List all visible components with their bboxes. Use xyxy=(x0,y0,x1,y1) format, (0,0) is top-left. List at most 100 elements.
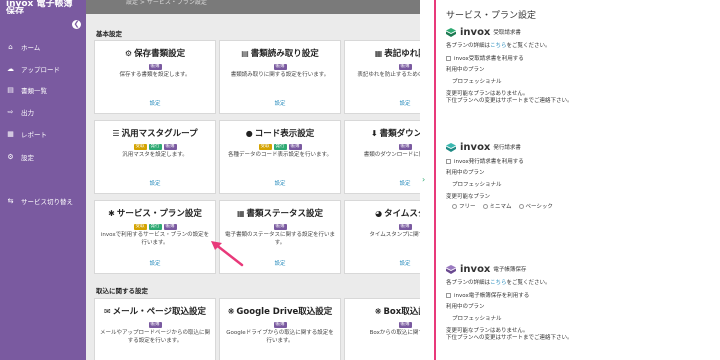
card-storage-document: ⚙ 保存書類設定 帳簿 保存する書類を設定します。 設定 xyxy=(94,40,216,114)
card-desc: 表記ゆれを防止するための 変換を設定 xyxy=(357,72,420,78)
card-title: 書類読み取り設定 xyxy=(250,49,319,59)
details-text: をご覧ください。 xyxy=(506,280,551,286)
invox-logo-green-icon xyxy=(446,27,456,37)
card-settings-link[interactable]: 設定 xyxy=(95,259,215,267)
details-text: 各プランの詳細は xyxy=(446,280,491,286)
card-desc: Googleドライブからの取込に関する設定を行います。 xyxy=(226,330,334,344)
radio-free[interactable] xyxy=(452,204,457,209)
sidebar-item-home[interactable]: ⌂ ホーム xyxy=(0,39,86,55)
gear-icon: ⚙ xyxy=(7,153,14,161)
change-label: 変更可能なプラン xyxy=(446,194,491,200)
tag-issue: 発行 xyxy=(148,224,162,230)
change-note: 下位プランへの変更はサポートまでご連絡下さい。 xyxy=(446,335,573,341)
use-label: invox受取請求書を利用する xyxy=(454,56,524,62)
change-note: 下位プランへの変更はサポートまでご連絡下さい。 xyxy=(446,98,573,104)
details-text: をご覧ください。 xyxy=(506,43,551,49)
product-sub: 発行請求書 xyxy=(493,145,521,151)
card-title: タイムスタン xyxy=(384,209,420,219)
invox-logo-purple-icon xyxy=(446,264,456,274)
list-icon: ☰ xyxy=(112,129,120,138)
radio-minimum[interactable] xyxy=(482,204,488,209)
sidebar-item-label: ホーム xyxy=(21,44,41,52)
settings-main: 設定 > サービス・プラン設定 基本設定 ⚙ 保存書類設定 帳簿 保存する書類を設… xyxy=(86,0,420,360)
use-label: invox発行請求書を利用する xyxy=(454,159,524,165)
radio-basic[interactable] xyxy=(518,204,524,209)
card-title: 書類ダウンロー xyxy=(379,129,420,139)
card-settings-link[interactable]: 設定 xyxy=(220,99,340,107)
use-checkbox[interactable] xyxy=(446,56,451,61)
details-link[interactable]: こちら xyxy=(490,43,507,49)
tag-issue: 発行 xyxy=(273,144,287,150)
gear-icon: ⚙ xyxy=(124,49,133,58)
card-timestamp: ◕タイムスタン 帳簿 タイムスタンプに関する設定 設定 xyxy=(344,200,420,274)
sidebar-item-export[interactable]: ⇨ 出力 xyxy=(0,104,86,120)
tag-ledger: 帳簿 xyxy=(398,64,412,70)
sidebar-item-label: 出力 xyxy=(21,109,34,117)
chevron-right-icon[interactable]: › xyxy=(422,175,425,184)
panel-gap: › xyxy=(420,0,434,360)
plan-label: 利用中のプラン xyxy=(446,67,485,73)
panel-title: サービス・プラン設定 xyxy=(446,11,537,21)
card-code-display: ● コード表示設定 受取 発行 帳簿 各種データのコード表示設定を行います。 設定 xyxy=(219,120,341,194)
card-desc: メールやアップロードページからの取込に関する設定を行います。 xyxy=(100,330,210,344)
code-icon: ● xyxy=(245,129,253,138)
details-link[interactable]: こちら xyxy=(490,280,507,286)
sidebar-item-label: サービス切り替え xyxy=(21,198,73,206)
card-title: コード表示設定 xyxy=(254,129,315,139)
card-desc: Boxからの取込に関する設定 xyxy=(369,330,420,336)
tag-ledger: 帳簿 xyxy=(288,144,302,150)
plan-options: フリー ミニマム ベーシック xyxy=(446,204,716,211)
product-sub: 受取請求書 xyxy=(493,30,521,36)
download-icon: ⬇ xyxy=(370,129,378,138)
card-box-import: ❋Box取込設定 帳簿 Boxからの取込に関する設定 xyxy=(344,298,420,360)
use-checkbox[interactable] xyxy=(446,293,451,298)
invox-logo-teal-icon xyxy=(446,142,456,152)
card-title: メール・ページ取込設定 xyxy=(112,307,207,317)
card-settings-link[interactable]: 設定 xyxy=(345,99,420,107)
change-label: 変更可能なプランはありません。 xyxy=(446,91,529,97)
report-icon: ▦ xyxy=(7,130,14,138)
sidebar-item-switch-service[interactable]: ⇆ サービス切り替え xyxy=(0,193,86,209)
scan-icon: ▤ xyxy=(241,49,249,58)
tag-ledger: 帳簿 xyxy=(148,322,162,328)
sidebar-item-documents[interactable]: ▤ 書類一覧 xyxy=(0,82,86,98)
sidebar-item-settings[interactable]: ⚙ 設定 xyxy=(0,149,86,165)
card-title: 保存書類設定 xyxy=(134,49,186,59)
tag-ledger: 帳簿 xyxy=(273,64,287,70)
card-title: Google Drive取込設定 xyxy=(236,307,333,317)
cloud-upload-icon: ☁ xyxy=(7,65,14,73)
sidebar-item-report[interactable]: ▦ レポート xyxy=(0,126,86,142)
mail-icon: ✉ xyxy=(103,307,111,316)
details-text: 各プランの詳細は xyxy=(446,43,491,49)
tag-ledger: 帳簿 xyxy=(398,322,412,328)
card-title: 表記ゆれ防止 xyxy=(384,49,420,59)
home-icon: ⌂ xyxy=(8,43,13,51)
use-checkbox[interactable] xyxy=(446,159,451,164)
product-name: invox xyxy=(460,263,491,275)
plan-value: プロフェッショナル xyxy=(452,316,502,322)
drive-icon: ❋ xyxy=(227,307,235,316)
section-basic-title: 基本設定 xyxy=(96,30,122,38)
card-desc: 書類読み取りに関する設定を行います。 xyxy=(230,72,330,78)
settings-icon: ✱ xyxy=(108,209,115,218)
tag-ledger: 帳簿 xyxy=(398,144,412,150)
sidebar-item-label: 設定 xyxy=(21,154,34,162)
product-issue-invoice: invox 発行請求書 invox発行請求書を利用する 利用中のプラン プロフェ… xyxy=(446,141,716,211)
card-document-download: ⬇書類ダウンロー 帳簿 書類のダウンロードに関する設定 設定 xyxy=(344,120,420,194)
card-settings-link[interactable]: 設定 xyxy=(345,179,420,187)
sidebar-item-label: レポート xyxy=(21,131,47,139)
collapse-sidebar-button[interactable]: ❮ xyxy=(72,20,81,29)
card-settings-link[interactable]: 設定 xyxy=(220,179,340,187)
section-import-title: 取込に関する設定 xyxy=(96,287,148,295)
list-icon: ▤ xyxy=(7,86,14,94)
card-settings-link[interactable]: 設定 xyxy=(345,259,420,267)
sidebar-item-upload[interactable]: ☁ アップロード xyxy=(0,61,86,77)
product-e-ledger: invox 電子帳簿保存 各プランの詳細はこちらをご覧ください。 invox電子… xyxy=(446,263,716,342)
card-desc: 各種データのコード表示設定を行います。 xyxy=(228,152,332,158)
card-settings-link[interactable]: 設定 xyxy=(95,99,215,107)
option-label: ミニマム xyxy=(489,204,512,210)
sidebar-item-label: 書類一覧 xyxy=(21,87,47,95)
card-settings-link[interactable]: 設定 xyxy=(95,179,215,187)
chart-icon: ▦ xyxy=(374,49,383,58)
change-label: 変更可能なプランはありません。 xyxy=(446,328,529,334)
